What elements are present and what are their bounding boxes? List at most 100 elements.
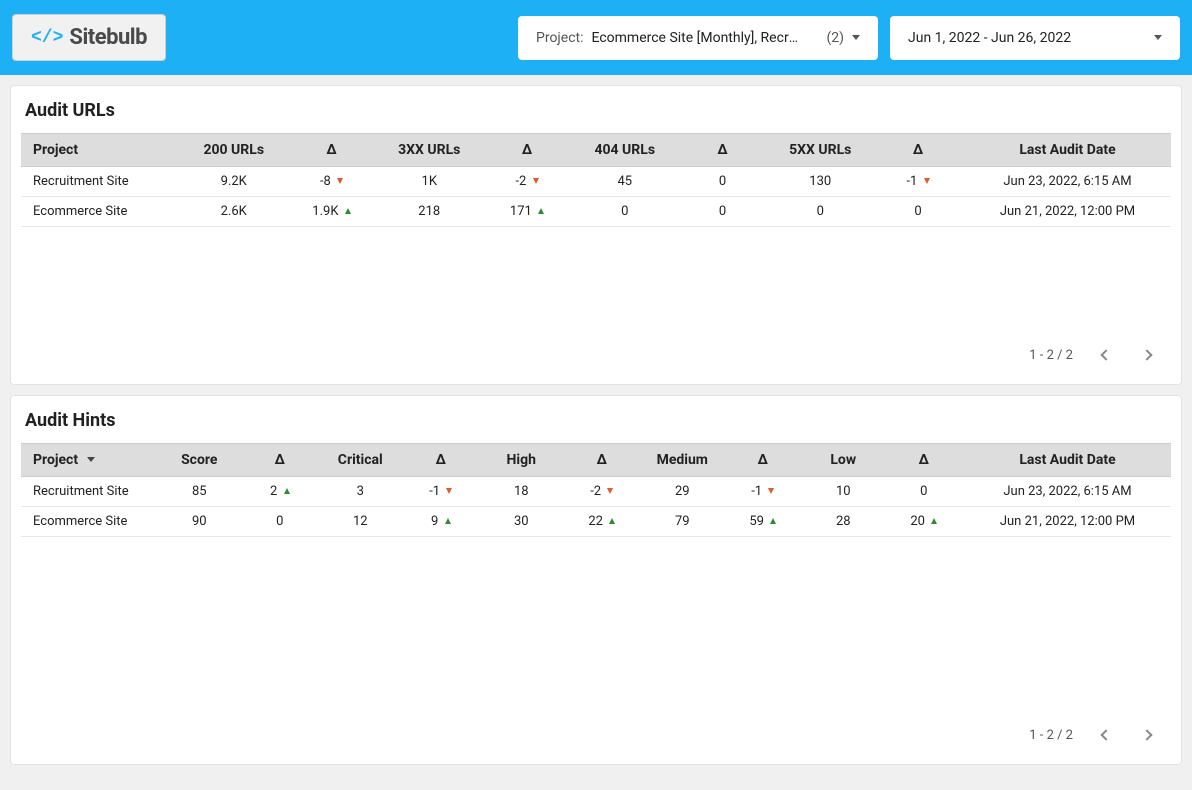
table-row[interactable]: Ecommerce Site2.6K1.9K 218171 00 00 Jun …: [21, 197, 1171, 227]
cell-5xx-delta: 0: [872, 197, 964, 227]
cell-medium: 79: [642, 507, 723, 537]
cell-3xx: 218: [378, 197, 482, 227]
col-low-delta[interactable]: Δ: [884, 444, 965, 477]
cell-5xx: 0: [769, 197, 873, 227]
cell-score: 85: [159, 477, 240, 507]
cell-3xx: 1K: [378, 167, 482, 197]
cell-high-delta: 22: [562, 507, 643, 537]
cell-project: Recruitment Site: [21, 167, 182, 197]
cell-score: 90: [159, 507, 240, 537]
audit-urls-table: Project 200 URLs Δ 3XX URLs Δ 404 URLs Δ…: [21, 133, 1171, 227]
cell-200: 2.6K: [182, 197, 286, 227]
cell-project: Ecommerce Site: [21, 197, 182, 227]
col-5xx[interactable]: 5XX URLs: [769, 134, 873, 167]
cell-high: 30: [481, 507, 562, 537]
arrow-up-icon: [345, 208, 351, 214]
col-medium-delta[interactable]: Δ: [723, 444, 804, 477]
date-range-value: Jun 1, 2022 - Jun 26, 2022: [908, 30, 1071, 46]
audit-hints-panel: Audit Hints Project Score Δ: [10, 395, 1182, 765]
col-last-audit[interactable]: Last Audit Date: [964, 444, 1171, 477]
cell-404: 0: [573, 197, 677, 227]
next-page-button[interactable]: [1135, 722, 1161, 748]
chevron-left-icon: [1100, 349, 1111, 360]
panel-footer: 1 - 2 / 2: [21, 710, 1171, 756]
col-critical-delta[interactable]: Δ: [401, 444, 482, 477]
col-404[interactable]: 404 URLs: [573, 134, 677, 167]
chevron-right-icon: [1141, 729, 1152, 740]
arrow-up-icon: [445, 518, 451, 524]
cell-low: 10: [803, 477, 884, 507]
cell-low-delta: 20: [884, 507, 965, 537]
table-row[interactable]: Recruitment Site9.2K-8 1K-2 450 130-1 Ju…: [21, 167, 1171, 197]
table-row[interactable]: Recruitment Site852 3-1 18-2 29-1 100 Ju…: [21, 477, 1171, 507]
cell-critical: 3: [320, 477, 401, 507]
caret-down-icon: [852, 35, 860, 40]
col-project[interactable]: Project: [21, 444, 159, 477]
col-score[interactable]: Score: [159, 444, 240, 477]
paging-label: 1 - 2 / 2: [1029, 728, 1073, 743]
cell-3xx-delta: 171: [481, 197, 573, 227]
cell-5xx: 130: [769, 167, 873, 197]
chevron-right-icon: [1141, 349, 1152, 360]
cell-200-delta: 1.9K: [286, 197, 378, 227]
next-page-button[interactable]: [1135, 342, 1161, 368]
cell-last-audit: Jun 23, 2022, 6:15 AM: [964, 477, 1171, 507]
cell-404: 45: [573, 167, 677, 197]
cell-project: Recruitment Site: [21, 477, 159, 507]
col-low[interactable]: Low: [803, 444, 884, 477]
col-3xx[interactable]: 3XX URLs: [378, 134, 482, 167]
date-range-selector[interactable]: Jun 1, 2022 - Jun 26, 2022: [890, 16, 1180, 60]
cell-project: Ecommerce Site: [21, 507, 159, 537]
cell-low: 28: [803, 507, 884, 537]
project-selector[interactable]: Project: Ecommerce Site [Monthly], Recru…: [518, 16, 878, 60]
table-header-row: Project 200 URLs Δ 3XX URLs Δ 404 URLs Δ…: [21, 134, 1171, 167]
cell-last-audit: Jun 23, 2022, 6:15 AM: [964, 167, 1171, 197]
cell-404-delta: 0: [677, 197, 769, 227]
col-project[interactable]: Project: [21, 134, 182, 167]
cell-5xx-delta: -1: [872, 167, 964, 197]
col-critical[interactable]: Critical: [320, 444, 401, 477]
paging-label: 1 - 2 / 2: [1029, 348, 1073, 363]
col-404-delta[interactable]: Δ: [677, 134, 769, 167]
col-high-delta[interactable]: Δ: [562, 444, 643, 477]
panel-footer: 1 - 2 / 2: [21, 330, 1171, 376]
arrow-down-icon: [768, 488, 774, 494]
arrow-up-icon: [284, 488, 290, 494]
cell-critical-delta: -1: [401, 477, 482, 507]
table-header-row: Project Score Δ Critical Δ High Δ Medium…: [21, 444, 1171, 477]
col-medium[interactable]: Medium: [642, 444, 723, 477]
cell-high: 18: [481, 477, 562, 507]
cell-medium: 29: [642, 477, 723, 507]
cell-medium-delta: -1: [723, 477, 804, 507]
arrow-up-icon: [538, 208, 544, 214]
brand-logo[interactable]: </> Sitebulb: [12, 14, 166, 61]
cell-critical-delta: 9: [401, 507, 482, 537]
panel-title: Audit URLs: [25, 100, 1167, 121]
col-5xx-delta[interactable]: Δ: [872, 134, 964, 167]
col-score-delta[interactable]: Δ: [240, 444, 321, 477]
sort-desc-icon: [87, 457, 95, 462]
col-3xx-delta[interactable]: Δ: [481, 134, 573, 167]
cell-200: 9.2K: [182, 167, 286, 197]
col-200[interactable]: 200 URLs: [182, 134, 286, 167]
col-200-delta[interactable]: Δ: [286, 134, 378, 167]
cell-critical: 12: [320, 507, 401, 537]
cell-last-audit: Jun 21, 2022, 12:00 PM: [964, 197, 1171, 227]
prev-page-button[interactable]: [1091, 342, 1117, 368]
col-last-audit[interactable]: Last Audit Date: [964, 134, 1171, 167]
arrow-up-icon: [931, 518, 937, 524]
project-selector-value: Ecommerce Site [Monthly], Recruit…: [592, 30, 802, 46]
table-row[interactable]: Ecommerce Site900 129 3022 7959 2820 Jun…: [21, 507, 1171, 537]
caret-down-icon: [1154, 35, 1162, 40]
cell-score-delta: 2: [240, 477, 321, 507]
arrow-up-icon: [609, 518, 615, 524]
arrow-down-icon: [607, 488, 613, 494]
col-high[interactable]: High: [481, 444, 562, 477]
cell-last-audit: Jun 21, 2022, 12:00 PM: [964, 507, 1171, 537]
cell-score-delta: 0: [240, 507, 321, 537]
arrow-up-icon: [770, 518, 776, 524]
prev-page-button[interactable]: [1091, 722, 1117, 748]
arrow-down-icon: [446, 488, 452, 494]
project-selector-count: (2): [826, 30, 844, 46]
cell-200-delta: -8: [286, 167, 378, 197]
